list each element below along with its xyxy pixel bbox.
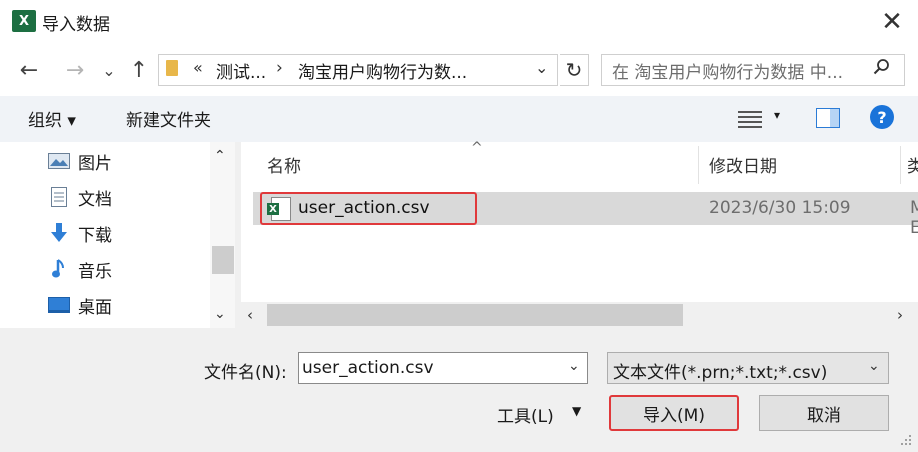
filetype-value[interactable]: 文本文件(*.prn;*.txt;*.csv)	[613, 358, 827, 383]
chevron-down-icon[interactable]: ⌄	[568, 358, 580, 374]
sidebar-item-desktop[interactable]: 桌面	[48, 291, 112, 319]
help-icon[interactable]: ?	[870, 105, 894, 129]
column-divider[interactable]	[698, 146, 699, 184]
cancel-button[interactable]: 取消	[759, 395, 889, 431]
sidebar-item-documents[interactable]: 文档	[48, 183, 112, 211]
chevron-down-icon[interactable]: ⌄	[868, 358, 880, 374]
sort-ascending-icon: ^	[471, 140, 483, 156]
folder-icon	[166, 60, 178, 76]
chevron-down-icon: ⌄	[102, 60, 116, 80]
file-type: Microsoft Excel	[910, 198, 918, 238]
excel-app-icon: X	[12, 10, 36, 32]
arrow-up-icon: ↑	[129, 57, 149, 83]
tools-button[interactable]: 工具(L)	[497, 402, 554, 427]
search-icon[interactable]	[873, 58, 891, 81]
column-header-name[interactable]: 名称	[267, 152, 301, 177]
sidebar-item-label: 文档	[78, 189, 112, 210]
close-icon: ✕	[881, 7, 903, 37]
import-button[interactable]: 导入(M)	[609, 395, 739, 431]
sidebar-item-pictures[interactable]: 图片	[48, 147, 112, 175]
up-button[interactable]: ↑	[126, 56, 152, 84]
organize-button[interactable]: 组织 ▾	[28, 106, 76, 131]
forward-button[interactable]: →	[62, 56, 88, 84]
app-icon-letter: X	[18, 13, 30, 29]
view-dropdown-icon[interactable]: ▾	[774, 108, 780, 122]
arrow-left-icon: ←	[19, 57, 39, 83]
refresh-icon: ↻	[565, 58, 583, 82]
breadcrumb-segment-current[interactable]: 淘宝用户购物行为数...	[298, 58, 467, 83]
new-folder-button[interactable]: 新建文件夹	[126, 106, 211, 131]
close-button[interactable]: ✕	[872, 6, 912, 38]
scroll-left-icon[interactable]: ‹	[247, 306, 253, 324]
documents-icon	[48, 187, 70, 207]
csv-file-icon: X	[267, 197, 291, 221]
desktop-icon	[48, 296, 70, 314]
view-options-icon[interactable]	[738, 108, 762, 128]
sidebar-item-downloads[interactable]: 下载	[48, 219, 112, 247]
resize-grip-icon[interactable]	[900, 434, 914, 448]
search-placeholder: 在 淘宝用户购物行为数据 中...	[612, 63, 844, 83]
downloads-icon	[48, 223, 70, 242]
sidebar-item-label: 桌面	[78, 297, 112, 318]
recent-locations-button[interactable]: ⌄	[96, 56, 122, 84]
refresh-button[interactable]: ↻	[560, 54, 589, 86]
preview-pane-icon[interactable]	[816, 108, 840, 128]
arrow-right-icon: →	[65, 57, 85, 83]
nav-scroll-thumb[interactable]	[212, 246, 234, 274]
breadcrumb-separator[interactable]: ›	[276, 58, 283, 78]
back-button[interactable]: ←	[16, 56, 42, 84]
file-list	[241, 142, 918, 328]
cancel-button-label: 取消	[807, 405, 841, 426]
column-divider[interactable]	[900, 146, 901, 184]
filename-label: 文件名(N):	[204, 363, 287, 383]
sidebar-item-label: 下载	[78, 225, 112, 246]
scroll-right-icon[interactable]: ›	[897, 306, 903, 324]
music-icon	[48, 259, 70, 278]
horizontal-scroll-thumb[interactable]	[267, 304, 683, 326]
column-header-date[interactable]: 修改日期	[709, 152, 777, 177]
navigation-pane	[0, 142, 235, 328]
scroll-up-icon[interactable]: ⌃	[214, 148, 226, 164]
title-bar	[0, 0, 918, 44]
pictures-icon	[48, 152, 70, 170]
sidebar-item-label: 音乐	[78, 261, 112, 282]
sidebar-item-label: 图片	[78, 153, 112, 174]
nav-scrollbar[interactable]	[210, 142, 235, 328]
breadcrumb-segment-test[interactable]: 测试...	[216, 58, 266, 83]
import-button-label: 导入(M)	[643, 405, 705, 426]
breadcrumb-overflow[interactable]: «	[193, 58, 203, 77]
sidebar-item-music[interactable]: 音乐	[48, 255, 112, 283]
window-title: 导入数据	[42, 15, 110, 35]
filename-value[interactable]: user_action.csv	[302, 358, 434, 378]
file-modified-date: 2023/6/30 15:09	[709, 198, 851, 218]
scroll-down-icon[interactable]: ⌄	[214, 306, 226, 322]
address-dropdown-icon[interactable]: ⌄	[535, 58, 548, 77]
tools-dropdown-icon[interactable]: ▼	[572, 404, 581, 418]
file-name[interactable]: user_action.csv	[298, 198, 430, 218]
column-header-type[interactable]: 类型	[907, 152, 918, 177]
